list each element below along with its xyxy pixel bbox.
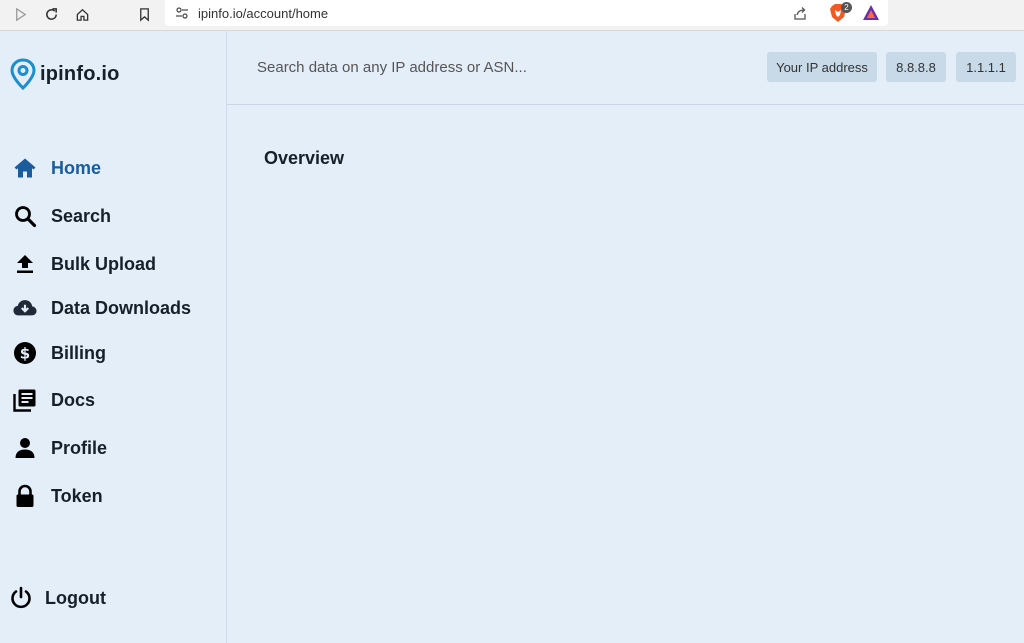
sidebar-item-label: Token xyxy=(51,485,103,506)
sidebar-item-label: Docs xyxy=(51,389,96,410)
sidebar-item-label: Home xyxy=(51,157,102,178)
sidebar-item-label: Search xyxy=(51,205,112,226)
sidebar-item-label: Bulk Upload xyxy=(51,253,157,274)
logo-text: ipinfo.io xyxy=(40,62,120,85)
sidebar-item-token[interactable]: Token xyxy=(0,479,226,513)
sidebar-item-label: Profile xyxy=(51,437,108,458)
logout-button[interactable]: Logout xyxy=(0,581,226,615)
address-bar[interactable]: ipinfo.io/account/home 2 xyxy=(165,0,888,26)
person-icon xyxy=(12,435,38,461)
site-settings-icon[interactable] xyxy=(175,6,189,20)
play-icon[interactable] xyxy=(9,3,31,25)
sidebar-item-data-downloads[interactable]: Data Downloads xyxy=(0,291,226,325)
home-icon[interactable] xyxy=(71,3,93,25)
sidebar-item-label: Data Downloads xyxy=(51,297,192,318)
logo[interactable]: ipinfo.io xyxy=(10,58,120,90)
sidebar-item-search[interactable]: Search xyxy=(0,199,226,233)
search-input[interactable] xyxy=(257,47,737,87)
url-text: ipinfo.io/account/home xyxy=(198,6,329,21)
upload-icon xyxy=(12,251,38,277)
sidebar-item-billing[interactable]: $ Billing xyxy=(0,336,226,370)
lock-icon xyxy=(12,483,38,509)
main-content: Overview xyxy=(227,106,1024,643)
home-icon xyxy=(12,155,38,181)
page-title: Overview xyxy=(264,148,345,168)
sidebar-item-bulk-upload[interactable]: Bulk Upload xyxy=(0,247,226,281)
search-bar: Your IP address 8.8.8.8 1.1.1.1 xyxy=(227,31,1024,105)
share-icon[interactable] xyxy=(792,5,808,21)
power-icon xyxy=(8,585,34,611)
docs-icon xyxy=(12,387,38,413)
bookmark-icon[interactable] xyxy=(133,3,155,25)
ip-chip-8888[interactable]: 8.8.8.8 xyxy=(886,52,946,82)
sidebar: ipinfo.io Home Search Bulk Upload Data D… xyxy=(0,31,227,643)
reload-icon[interactable] xyxy=(40,3,62,25)
ip-chip-1111[interactable]: 1.1.1.1 xyxy=(956,52,1016,82)
search-icon xyxy=(12,203,38,229)
dollar-icon: $ xyxy=(12,340,38,366)
location-pin-logo-icon xyxy=(10,58,36,90)
sidebar-item-docs[interactable]: Docs xyxy=(0,383,226,417)
sidebar-item-profile[interactable]: Profile xyxy=(0,431,226,465)
shields-count-badge: 2 xyxy=(841,2,852,13)
logout-label: Logout xyxy=(45,587,106,608)
browser-toolbar: ipinfo.io/account/home 2 xyxy=(0,0,1024,31)
sidebar-item-home[interactable]: Home xyxy=(0,151,226,185)
svg-text:$: $ xyxy=(20,345,30,363)
cloud-download-icon xyxy=(12,295,38,321)
your-ip-chip[interactable]: Your IP address xyxy=(767,52,877,82)
sidebar-item-label: Billing xyxy=(51,342,106,363)
brave-rewards-icon[interactable] xyxy=(862,4,880,21)
